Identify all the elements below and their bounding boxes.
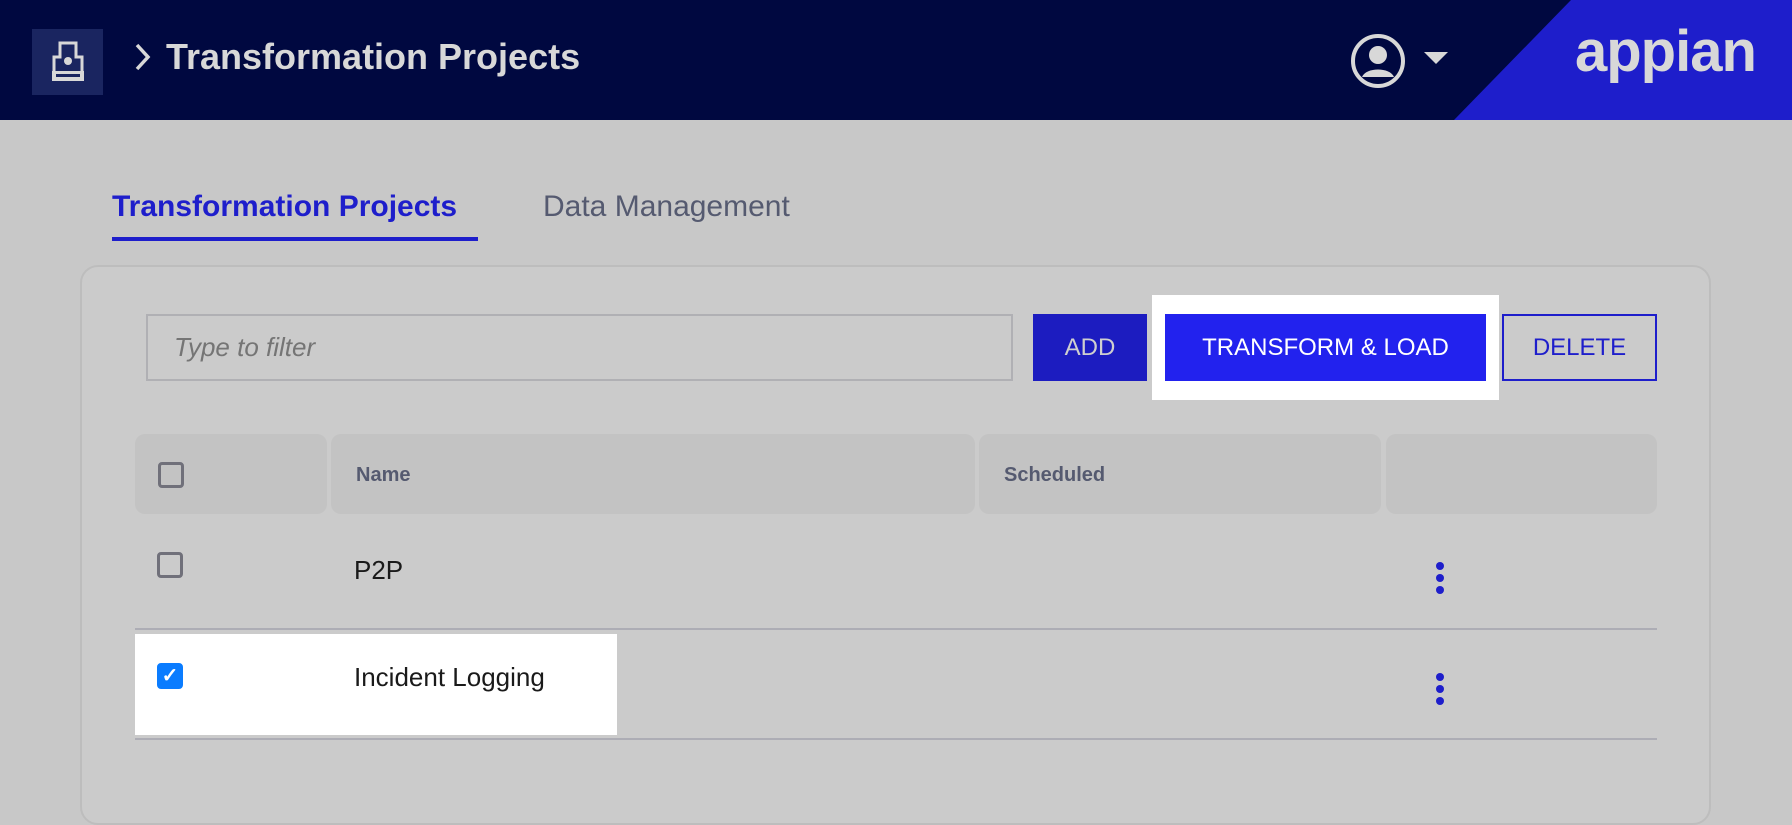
transform-load-button[interactable]: TRANSFORM & LOAD <box>1165 314 1486 381</box>
header-select-cell <box>135 434 327 514</box>
top-bar: Transformation Projects appian <box>0 0 1792 120</box>
delete-button[interactable]: DELETE <box>1502 314 1657 381</box>
row-name[interactable]: Incident Logging <box>354 662 545 693</box>
more-options-icon[interactable] <box>1436 562 1444 594</box>
row-divider <box>135 628 1657 630</box>
column-header-scheduled[interactable]: Scheduled <box>979 434 1381 514</box>
select-all-checkbox[interactable] <box>158 462 184 488</box>
row-name[interactable]: P2P <box>354 555 403 586</box>
active-tab-indicator <box>112 237 478 241</box>
caret-down-icon[interactable] <box>1424 52 1448 64</box>
breadcrumb: Transformation Projects <box>134 36 580 78</box>
column-header-name[interactable]: Name <box>331 434 975 514</box>
add-button[interactable]: ADD <box>1033 314 1147 381</box>
more-options-icon[interactable] <box>1436 673 1444 705</box>
appian-logo: appian <box>1575 19 1757 84</box>
tab-transformation-projects[interactable]: Transformation Projects <box>112 190 457 224</box>
tab-data-management[interactable]: Data Management <box>543 190 790 224</box>
page-title: Transformation Projects <box>166 36 581 77</box>
app-logo-button[interactable] <box>32 29 103 95</box>
row-checkbox-checked[interactable]: ✓ <box>157 663 183 689</box>
filter-input[interactable] <box>146 314 1013 381</box>
app-logo-icon <box>51 41 84 81</box>
chevron-right-icon <box>135 43 151 71</box>
row-checkbox[interactable] <box>157 552 183 578</box>
column-header-actions <box>1386 434 1657 514</box>
user-avatar-icon[interactable] <box>1350 33 1406 89</box>
row-divider <box>135 738 1657 740</box>
